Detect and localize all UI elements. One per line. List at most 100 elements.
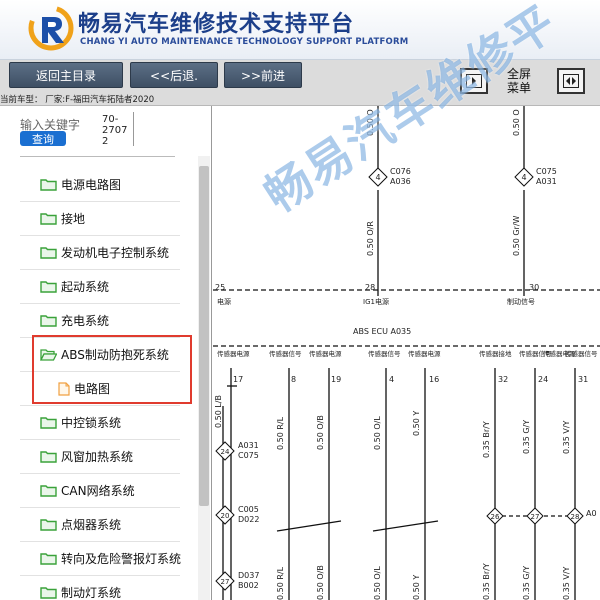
tree-item-central-lock[interactable]: 中控锁系统 — [20, 406, 180, 440]
svg-text:0.35 G/Y: 0.35 G/Y — [522, 566, 531, 600]
svg-text:0.50 O/L: 0.50 O/L — [373, 416, 382, 450]
svg-text:0.35 V/Y: 0.35 V/Y — [562, 420, 571, 454]
folder-icon — [40, 179, 57, 191]
folder-icon — [40, 417, 57, 429]
svg-text:C076: C076 — [390, 167, 411, 176]
connector-c075: 4 C075 A031 — [514, 167, 557, 187]
tree-item-label: 转向及危险警报灯系统 — [61, 552, 182, 566]
forward-button[interactable]: >>前进 — [224, 62, 302, 88]
back-button[interactable]: <<后退. — [130, 62, 218, 88]
tree-item-label: 电源电路图 — [61, 178, 122, 192]
svg-text:4: 4 — [389, 375, 394, 384]
svg-text:传感器信号: 传感器信号 — [368, 349, 401, 358]
tree-item-label: 点烟器系统 — [61, 518, 122, 532]
connector-right-27: 27 — [526, 507, 544, 525]
scrollbar-thumb[interactable] — [199, 166, 209, 506]
wire-label: 0.50 Gr/W — [512, 215, 521, 256]
svg-text:C075: C075 — [238, 451, 259, 460]
connector-right-26: 26 — [486, 507, 504, 525]
svg-text:8: 8 — [291, 375, 296, 384]
tree-item-charging-system[interactable]: 充电系统 — [20, 304, 180, 338]
svg-text:C075: C075 — [536, 167, 557, 176]
folder-icon — [40, 451, 57, 463]
svg-text:传感器信号: 传感器信号 — [269, 349, 302, 358]
svg-text:0.50 R/L: 0.50 R/L — [276, 416, 285, 450]
connector-c005: 20 C005 D022 — [215, 505, 259, 525]
svg-text:4: 4 — [375, 173, 380, 182]
tree-item-label: 风窗加热系统 — [61, 450, 134, 464]
svg-text:19: 19 — [331, 375, 341, 384]
svg-text:0.50 O/B: 0.50 O/B — [316, 565, 325, 600]
folder-icon — [40, 587, 57, 599]
vehicle-info: 当前车型： 厂家:F-福田汽车拓陆者2020 — [0, 95, 155, 105]
tree-item-engine-control[interactable]: 发动机电子控制系统 — [20, 236, 180, 270]
svg-text:17: 17 — [233, 375, 243, 384]
fullscreen-button[interactable] — [557, 68, 585, 94]
tree-item-label: 充电系统 — [61, 314, 110, 328]
svg-text:24: 24 — [538, 375, 548, 384]
tree-item-power-circuit[interactable]: 电源电路图 — [20, 168, 180, 202]
svg-text:27: 27 — [531, 513, 540, 521]
svg-text:A031: A031 — [536, 177, 557, 186]
query-button[interactable]: 查询 — [20, 131, 66, 146]
folder-icon — [40, 315, 57, 327]
svg-text:20: 20 — [221, 512, 230, 520]
folder-icon — [40, 213, 57, 225]
svg-text:0.35 Br/Y: 0.35 Br/Y — [482, 421, 491, 458]
svg-text:0.35 V/Y: 0.35 V/Y — [562, 566, 571, 600]
home-button[interactable]: 返回主目录 — [9, 62, 123, 88]
page-subtitle: CHANG YI AUTO MAINTENANCE TECHNOLOGY SUP… — [80, 37, 409, 47]
svg-text:D022: D022 — [238, 515, 259, 524]
svg-text:28: 28 — [571, 513, 580, 521]
folder-icon — [40, 485, 57, 497]
tree-item-ground[interactable]: 接地 — [20, 202, 180, 236]
svg-text:D037: D037 — [238, 571, 259, 580]
fullscreen-icon — [563, 74, 579, 88]
tree-item-label: 制动灯系统 — [61, 586, 122, 600]
svg-text:A0: A0 — [586, 509, 597, 518]
page-title: 畅易汽车维修技术支持平台 — [78, 12, 355, 37]
search-input[interactable]: 70-27072 — [100, 112, 134, 146]
svg-text:传感器电源: 传感器电源 — [217, 349, 250, 358]
svg-text:A036: A036 — [390, 177, 411, 186]
svg-text:传感器信号: 传感器信号 — [565, 349, 598, 358]
svg-text:32: 32 — [498, 375, 508, 384]
tree-item-can-network[interactable]: CAN网络系统 — [20, 474, 180, 508]
svg-text:16: 16 — [429, 375, 439, 384]
svg-text:26: 26 — [491, 513, 500, 521]
divider — [20, 156, 175, 157]
svg-text:31: 31 — [578, 375, 588, 384]
svg-text:25: 25 — [215, 283, 225, 292]
tree-item-starting-system[interactable]: 起动系统 — [20, 270, 180, 304]
tree-item-brake-lamps[interactable]: 制动灯系统 — [20, 576, 180, 600]
tree-item-label: 接地 — [61, 212, 86, 226]
tree-item-label: 起动系统 — [61, 280, 110, 294]
svg-text:传感器电源: 传感器电源 — [309, 349, 342, 358]
signal-label: 制动信号 — [507, 297, 535, 306]
tree-item-cigarette-lighter[interactable]: 点烟器系统 — [20, 508, 180, 542]
wire-label: 0.50 O — [512, 109, 521, 136]
svg-text:4: 4 — [521, 173, 526, 182]
svg-text:0.50 Y: 0.50 Y — [412, 575, 421, 600]
svg-text:0.50 O/B: 0.50 O/B — [316, 415, 325, 450]
tree-item-windshield-heating[interactable]: 风窗加热系统 — [20, 440, 180, 474]
tree-item-label: 发动机电子控制系统 — [61, 246, 170, 260]
tree-item-turn-hazard-lamps[interactable]: 转向及危险警报灯系统 — [20, 542, 182, 576]
svg-text:传感器电源: 传感器电源 — [408, 349, 441, 358]
tree-item-label: 中控锁系统 — [61, 416, 122, 430]
tree-item-label: CAN网络系统 — [61, 484, 135, 498]
sidebar: 输入关键字 70-27072 查询 电源电路图 接地 发动机电子控制系统 起动系… — [0, 106, 212, 600]
svg-text:C005: C005 — [238, 505, 259, 514]
svg-text:0.35 Br/Y: 0.35 Br/Y — [482, 563, 491, 600]
svg-text:30: 30 — [529, 283, 539, 292]
svg-text:A031: A031 — [238, 441, 259, 450]
logo-icon — [28, 5, 74, 51]
folder-icon — [40, 281, 57, 293]
svg-text:B002: B002 — [238, 581, 259, 590]
svg-text:0.35 G/Y: 0.35 G/Y — [522, 420, 531, 454]
svg-text:27: 27 — [221, 578, 230, 586]
svg-text:0.50 Y: 0.50 Y — [412, 411, 421, 436]
folder-icon — [40, 519, 57, 531]
folder-icon — [40, 553, 57, 565]
connector-right-28: 28 A0 — [566, 507, 597, 525]
